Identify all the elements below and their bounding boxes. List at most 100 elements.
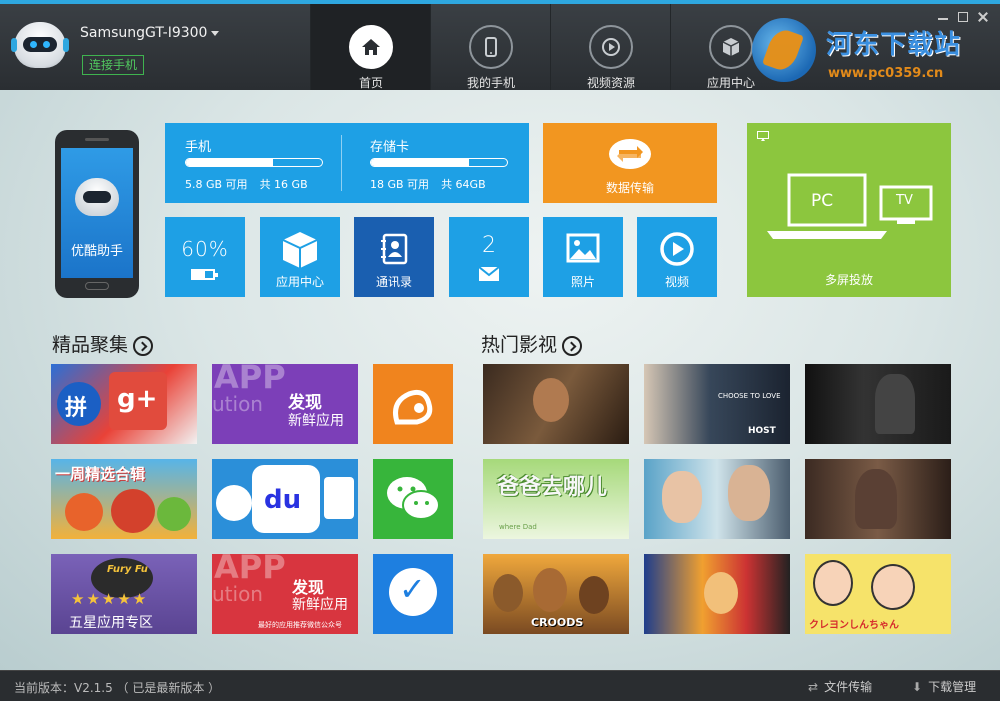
top-bar: SamsungGT-I9300 连接手机 首页 我的手机 视频资源 应用中心 河… bbox=[0, 0, 1000, 90]
video-card-shinchan[interactable]: クレヨンしんちゃん bbox=[805, 554, 951, 634]
app-center-label: 应用中心 bbox=[275, 275, 324, 289]
video-caption: where Dad bbox=[499, 523, 537, 531]
videos-section-title: 热门影视 bbox=[481, 330, 583, 357]
apps-more-arrow-icon[interactable] bbox=[133, 335, 154, 356]
star-rating-icon: ★★★★★ bbox=[71, 590, 149, 608]
videos-more-arrow-icon[interactable] bbox=[562, 335, 583, 356]
tab-home[interactable]: 首页 bbox=[310, 4, 430, 90]
video-tile[interactable]: 视频 bbox=[637, 217, 717, 297]
play-circle-icon bbox=[602, 38, 620, 56]
app-card-bg-text: ution bbox=[212, 582, 263, 606]
pc-tv-icon bbox=[767, 173, 933, 239]
phone-storage-label: 手机 bbox=[185, 140, 212, 155]
download-manager-button[interactable]: ⬇ 下载管理 bbox=[912, 678, 976, 695]
app-center-tile[interactable]: 应用中心 bbox=[260, 217, 340, 297]
video-card-host[interactable]: CHOOSE TO LOVE HOST bbox=[644, 364, 790, 444]
app-card-five-star[interactable]: Fury Fu ★★★★★ 五星应用专区 bbox=[51, 554, 197, 634]
file-transfer-button[interactable]: ⇄ 文件传输 bbox=[808, 678, 872, 695]
robot-icon bbox=[75, 178, 119, 216]
video-card-croods[interactable]: CROODS bbox=[483, 554, 629, 634]
app-card-text: 五星应用专区 bbox=[69, 615, 153, 631]
tab-video-resources[interactable]: 视频资源 bbox=[550, 4, 670, 90]
video-card-1[interactable] bbox=[483, 364, 629, 444]
cube-icon bbox=[282, 232, 318, 268]
video-card-5[interactable] bbox=[644, 459, 790, 539]
device-name: SamsungGT-I9300 bbox=[80, 25, 208, 41]
app-card-check[interactable]: ✓ bbox=[373, 554, 453, 634]
device-selector[interactable]: SamsungGT-I9300 bbox=[80, 25, 220, 41]
app-card-text: 拼 bbox=[65, 396, 88, 421]
main-nav: 首页 我的手机 视频资源 应用中心 bbox=[310, 4, 790, 90]
app-card-caption: 最好的应用推荐微信公众号 bbox=[258, 621, 342, 629]
phone-storage-bar bbox=[185, 158, 323, 167]
device-preview: 优酷助手 bbox=[55, 130, 139, 298]
app-card-discover-2[interactable]: APP ution 发现 新鲜应用 最好的应用推荐微信公众号 bbox=[212, 554, 358, 634]
home-panel: 优酷助手 手机 5.8 GB 可用共 16 GB 存储卡 18 GB 可用共 6… bbox=[0, 90, 1000, 670]
message-count: 2 bbox=[482, 233, 496, 258]
video-card-3[interactable] bbox=[805, 364, 951, 444]
app-card-wechat[interactable] bbox=[373, 459, 453, 539]
app-card-bg-text: ution bbox=[212, 392, 263, 416]
battery-icon bbox=[191, 269, 218, 280]
phone-icon bbox=[485, 37, 497, 57]
apps-section-label: 精品聚集 bbox=[52, 334, 129, 356]
close-icon[interactable] bbox=[978, 12, 988, 22]
phone-storage-total: 共 16 GB bbox=[259, 178, 308, 191]
tv-label: TV bbox=[896, 193, 913, 208]
robot-avatar-icon bbox=[11, 22, 69, 68]
video-caption: HOST bbox=[748, 426, 776, 436]
card-storage-total: 共 64GB bbox=[441, 178, 486, 191]
app-card-text: 新鲜应用 bbox=[288, 413, 344, 429]
video-caption: CROODS bbox=[531, 616, 584, 629]
tab-label: 首页 bbox=[358, 76, 383, 90]
videos-section-label: 热门影视 bbox=[481, 334, 558, 356]
app-card-discover-1[interactable]: APP ution 发现 新鲜应用 bbox=[212, 364, 358, 444]
messages-tile[interactable]: 2 bbox=[449, 217, 529, 297]
app-card-uc[interactable] bbox=[373, 364, 453, 444]
data-transfer-label: 数据传输 bbox=[605, 181, 654, 195]
wechat-icon bbox=[387, 477, 440, 520]
tab-label: 视频资源 bbox=[586, 76, 635, 90]
transfer-icon bbox=[609, 139, 651, 169]
maximize-icon[interactable] bbox=[958, 12, 968, 22]
play-circle-icon bbox=[660, 232, 694, 266]
cast-icon bbox=[757, 131, 769, 141]
contacts-label: 通讯录 bbox=[375, 275, 412, 289]
status-bar: 当前版本：V2.1.5 （ 已是最新版本 ） ⇄ 文件传输 ⬇ 下载管理 bbox=[0, 670, 1000, 701]
multi-screen-tile[interactable]: PC TV 多屏投放 bbox=[747, 123, 951, 297]
video-caption: 爸爸去哪儿 bbox=[497, 475, 608, 500]
app-card-text: 新鲜应用 bbox=[292, 597, 348, 613]
photo-icon bbox=[566, 233, 600, 263]
device-screen-label: 优酷助手 bbox=[70, 244, 123, 259]
connect-phone-button[interactable]: 连接手机 bbox=[82, 55, 145, 75]
contacts-icon bbox=[381, 233, 408, 265]
file-transfer-label: 文件传输 bbox=[824, 680, 873, 694]
video-card-naruto[interactable] bbox=[644, 554, 790, 634]
minimize-icon[interactable] bbox=[938, 12, 948, 20]
storage-tile: 手机 5.8 GB 可用共 16 GB 存储卡 18 GB 可用共 64GB bbox=[165, 123, 529, 203]
site-watermark: 河东下载站 www.pc0359.cn bbox=[748, 14, 998, 90]
watermark-title: 河东下载站 bbox=[826, 30, 962, 60]
apps-section-title: 精品聚集 bbox=[52, 330, 154, 357]
photos-tile[interactable]: 照片 bbox=[543, 217, 623, 297]
card-storage-label: 存储卡 bbox=[370, 140, 410, 155]
home-icon bbox=[362, 39, 380, 55]
tab-label: 我的手机 bbox=[466, 76, 515, 90]
video-card-baba[interactable]: 爸爸去哪儿 where Dad bbox=[483, 459, 629, 539]
app-card-baidu[interactable]: du bbox=[212, 459, 358, 539]
video-card-6[interactable] bbox=[805, 459, 951, 539]
video-label: 视频 bbox=[664, 275, 689, 289]
contacts-tile[interactable]: 通讯录 bbox=[354, 217, 434, 297]
watermark-logo-icon bbox=[752, 18, 816, 82]
squirrel-icon bbox=[393, 389, 433, 425]
app-card-weekly[interactable]: 一周精选合辑 bbox=[51, 459, 197, 539]
video-caption: CHOOSE TO LOVE bbox=[718, 392, 781, 400]
app-card-google[interactable]: 拼 g+ bbox=[51, 364, 197, 444]
tab-my-phone[interactable]: 我的手机 bbox=[430, 4, 550, 90]
version-text: 当前版本：V2.1.5 （ 已是最新版本 ） bbox=[14, 681, 221, 695]
swap-arrows-icon: ⇄ bbox=[808, 680, 819, 694]
chevron-down-icon bbox=[211, 30, 220, 36]
data-transfer-tile[interactable]: 数据传输 bbox=[543, 123, 717, 203]
battery-percent: 60% bbox=[181, 237, 229, 261]
app-card-text: du bbox=[264, 485, 302, 515]
